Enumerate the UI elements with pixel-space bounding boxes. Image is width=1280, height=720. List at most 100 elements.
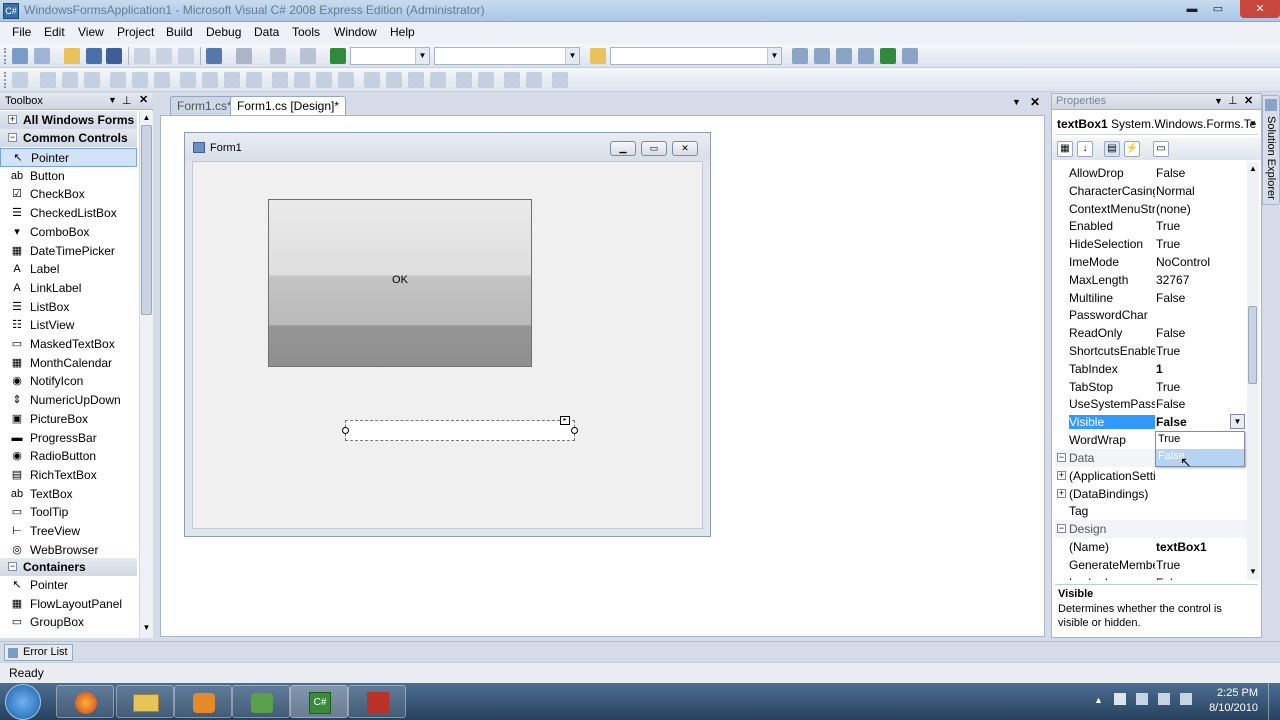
toolbox-item-textbox[interactable]: ab TextBox <box>0 485 137 504</box>
toolbox-category-all[interactable]: + All Windows Forms <box>0 111 137 129</box>
toolbox-item-datetimepicker[interactable]: ▦ DateTimePicker <box>0 242 137 261</box>
new-project-icon[interactable] <box>12 48 28 64</box>
property-value[interactable]: True <box>1156 219 1246 233</box>
make-same-size-icon[interactable] <box>224 72 240 88</box>
expand-icon[interactable]: + <box>1057 488 1066 498</box>
alphabetical-icon[interactable]: ↓ <box>1077 141 1093 157</box>
property-value[interactable]: 32767 <box>1156 273 1246 287</box>
add-item-icon[interactable] <box>34 48 50 64</box>
close-icon[interactable]: ✕ <box>1030 95 1040 109</box>
toolbox-item-numericupdown[interactable]: ⇕ NumericUpDown <box>0 391 137 410</box>
toolbox-item-notifyicon[interactable]: ◉ NotifyIcon <box>0 372 137 391</box>
events-icon[interactable]: ⚡ <box>1124 141 1140 157</box>
toolbox-item-monthcalendar[interactable]: ▦ MonthCalendar <box>0 354 137 373</box>
smart-tag-icon[interactable]: ▸ <box>560 416 570 425</box>
increase-vspacing-icon[interactable] <box>386 72 402 88</box>
property-row[interactable]: ReadOnly False <box>1055 324 1247 342</box>
toolbox-item-pointer[interactable]: ↖ Pointer <box>0 148 137 167</box>
solution-explorer-icon[interactable] <box>792 48 808 64</box>
align-middles-icon[interactable] <box>132 72 148 88</box>
property-value[interactable]: NoControl <box>1156 255 1246 269</box>
close-icon[interactable]: ✕ <box>139 93 148 106</box>
toolbox-item-groupbox[interactable]: ▭ GroupBox <box>0 613 137 632</box>
start-button[interactable] <box>5 684 41 720</box>
toolbox-item-maskedtextbox[interactable]: ▭ MaskedTextBox <box>0 335 137 354</box>
scroll-down-icon[interactable]: ▼ <box>1247 567 1259 576</box>
properties-icon[interactable]: ▤ <box>1104 141 1120 157</box>
property-row[interactable]: GenerateMember True <box>1055 556 1247 574</box>
property-value[interactable]: False <box>1156 397 1246 411</box>
toolbox-scrollbar[interactable]: ▲ ▼ <box>139 111 153 638</box>
volume-icon[interactable] <box>1180 693 1192 705</box>
property-value[interactable]: False <box>1156 166 1246 180</box>
center-vertically-icon[interactable] <box>478 72 494 88</box>
form1-client-area[interactable]: OK ▸ <box>192 161 703 529</box>
network-tray-icon[interactable] <box>1158 693 1170 705</box>
property-value[interactable]: False <box>1156 291 1246 305</box>
menu-build[interactable]: Build <box>166 25 193 39</box>
tab-order-icon[interactable] <box>552 72 568 88</box>
decrease-vspacing-icon[interactable] <box>408 72 424 88</box>
chevron-down-icon[interactable]: ▼ <box>108 95 117 105</box>
configuration-dropdown[interactable]: ▼ <box>350 47 430 65</box>
toolbox-item-checkbox[interactable]: ☑ CheckBox <box>0 185 137 204</box>
property-value[interactable]: Normal <box>1156 184 1246 198</box>
toolbox-item-listview[interactable]: ☷ ListView <box>0 316 137 335</box>
toolbox-item-linklabel[interactable]: A LinkLabel <box>0 279 137 298</box>
property-pages-icon[interactable]: ▭ <box>1153 141 1169 157</box>
horizontal-spacing-icon[interactable] <box>272 72 288 88</box>
start-debugging-icon[interactable] <box>330 48 346 64</box>
flag-icon[interactable] <box>1114 693 1126 705</box>
chevron-down-icon[interactable]: ▼ <box>1012 97 1021 107</box>
property-value[interactable]: True <box>1156 380 1246 394</box>
collapse-icon[interactable]: − <box>1057 524 1066 534</box>
property-value[interactable]: True <box>1156 237 1246 251</box>
align-bottoms-icon[interactable] <box>154 72 170 88</box>
property-row[interactable]: HideSelection True <box>1055 235 1247 253</box>
taskbar-network[interactable] <box>232 685 290 718</box>
toolbox-item-label[interactable]: A Label <box>0 260 137 279</box>
toolbox-item-listbox[interactable]: ☰ ListBox <box>0 298 137 317</box>
ok-button[interactable]: OK <box>268 199 532 367</box>
property-row[interactable]: Enabled True <box>1055 217 1247 235</box>
resize-handle-right[interactable] <box>571 427 578 434</box>
design-surface[interactable]: Form1 ▁ ▭ ✕ OK ▸ <box>160 115 1045 637</box>
close-icon[interactable]: ✕ <box>1244 94 1253 107</box>
property-value[interactable]: 1 <box>1156 362 1246 376</box>
navigate-forward-icon[interactable] <box>300 48 316 64</box>
object-browser-icon[interactable] <box>836 48 852 64</box>
copy-icon[interactable] <box>156 48 172 64</box>
toolbox-item-tooltip[interactable]: ▭ ToolTip <box>0 503 137 522</box>
taskbar-firefox[interactable] <box>56 685 114 718</box>
taskbar-visual-csharp[interactable]: C# <box>290 685 348 718</box>
property-row[interactable]: + (DataBindings) <box>1055 485 1247 503</box>
scroll-up-icon[interactable]: ▲ <box>1247 164 1259 173</box>
property-row[interactable]: TabIndex 1 <box>1055 360 1247 378</box>
property-row[interactable]: UseSystemPasswordCharFalse <box>1055 395 1247 413</box>
align-to-grid-icon[interactable] <box>12 72 28 88</box>
make-same-height-icon[interactable] <box>202 72 218 88</box>
menu-project[interactable]: Project <box>117 25 154 39</box>
remove-vspacing-icon[interactable] <box>430 72 446 88</box>
toolbox-item-picturebox[interactable]: ▣ PictureBox <box>0 410 137 429</box>
increase-hspacing-icon[interactable] <box>294 72 310 88</box>
menu-help[interactable]: Help <box>390 25 415 39</box>
scroll-up-icon[interactable]: ▲ <box>140 113 153 122</box>
undo-icon[interactable] <box>206 48 222 64</box>
align-rights-icon[interactable] <box>84 72 100 88</box>
find-in-files-icon[interactable] <box>590 48 606 64</box>
toolbox-category-common[interactable]: − Common Controls <box>0 129 137 147</box>
maximize-button[interactable]: ▭ <box>1206 0 1230 18</box>
menu-data[interactable]: Data <box>254 25 279 39</box>
open-file-icon[interactable] <box>64 48 80 64</box>
taskbar-recorder[interactable] <box>348 685 406 718</box>
redo-icon[interactable] <box>236 48 252 64</box>
toolbox-category-containers[interactable]: − Containers <box>0 558 137 576</box>
property-value[interactable]: False <box>1156 326 1246 340</box>
decrease-hspacing-icon[interactable] <box>316 72 332 88</box>
navigate-backward-icon[interactable] <box>270 48 286 64</box>
scroll-thumb[interactable] <box>141 125 152 315</box>
start-page-icon[interactable] <box>880 48 896 64</box>
toolbox-item-checkedlistbox[interactable]: ☰ CheckedListBox <box>0 204 137 223</box>
property-row[interactable]: ShortcutsEnabled True <box>1055 342 1247 360</box>
